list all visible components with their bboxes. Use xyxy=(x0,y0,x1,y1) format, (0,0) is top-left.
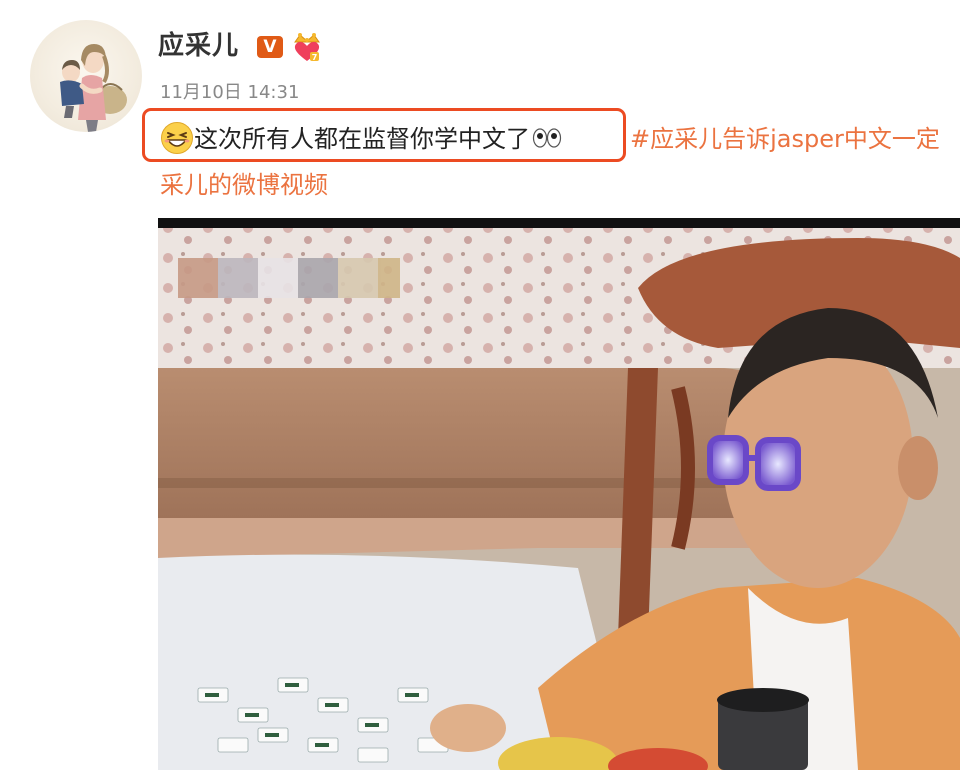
verified-badge-label: V xyxy=(263,37,277,57)
source-video-link[interactable]: 采儿的微博视频 xyxy=(160,166,328,204)
video-frame-image xyxy=(158,218,960,770)
grinning-squint-emoji-icon xyxy=(161,122,193,154)
post-text: 这次所有人都在监督你学中文了 xyxy=(194,125,530,153)
video-player[interactable] xyxy=(158,218,960,770)
eyes-emoji-icon xyxy=(532,128,562,148)
crown-heart-icon: 7 xyxy=(294,33,320,62)
hashtag-link[interactable]: #应采儿告诉jasper中文一定 xyxy=(630,120,940,158)
svg-text:7: 7 xyxy=(312,53,318,62)
post-text-line: 这次所有人都在监督你学中文了 xyxy=(160,120,562,158)
post-timestamp[interactable]: 11月10日 14:31 xyxy=(160,81,299,105)
avatar-illustration-icon xyxy=(60,44,127,132)
user-avatar[interactable] xyxy=(30,20,142,132)
username[interactable]: 应采儿 xyxy=(158,28,239,64)
verified-icon: V xyxy=(257,36,283,58)
